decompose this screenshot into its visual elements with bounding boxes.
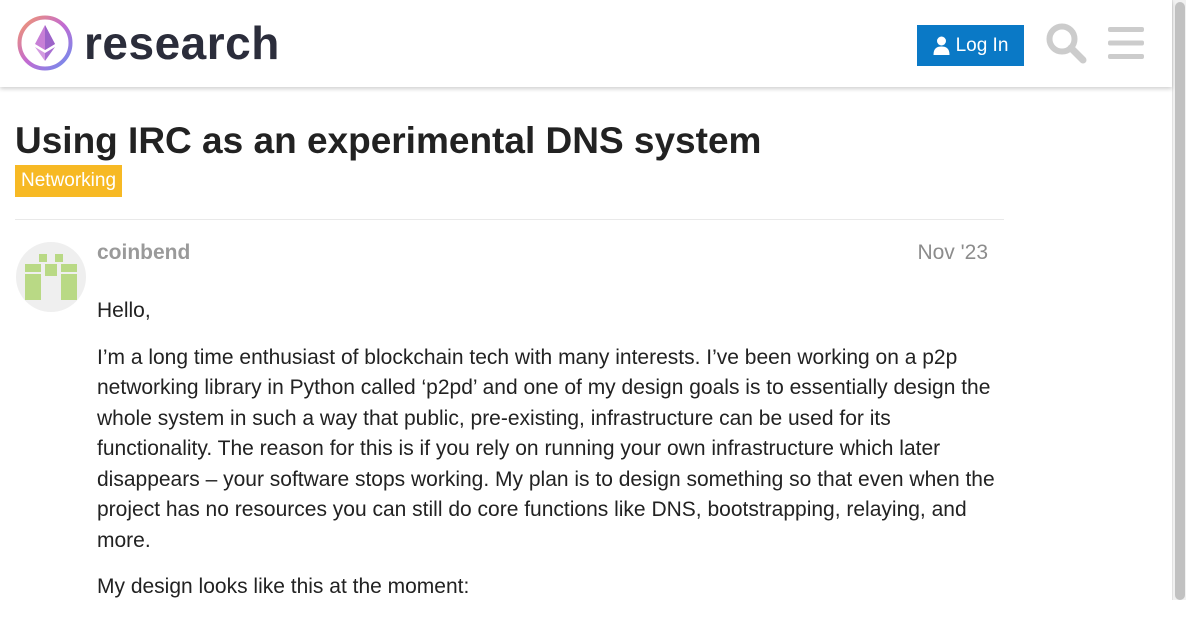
post-author[interactable]: coinbend xyxy=(97,240,190,266)
ethresear-logo-icon[interactable] xyxy=(16,14,74,72)
login-label: Log In xyxy=(955,34,1009,56)
identicon-avatar-icon xyxy=(25,254,77,300)
title-divider xyxy=(15,219,1004,220)
post-paragraph: My design looks like this at the moment: xyxy=(97,575,470,598)
category-badge[interactable]: Networking xyxy=(15,165,123,197)
topic-title[interactable]: Using IRC as an experimental DNS system xyxy=(15,119,761,163)
page-scrollbar[interactable] xyxy=(1172,0,1186,600)
post-date[interactable]: Nov '23 xyxy=(880,240,988,266)
site-header: research Log In xyxy=(0,0,1172,87)
avatar[interactable] xyxy=(16,242,86,312)
scrollbar-thumb[interactable] xyxy=(1175,2,1185,600)
user-icon xyxy=(933,36,950,55)
post-body: Hello, I’m a long time enthusiast of blo… xyxy=(97,296,997,619)
hamburger-menu-icon[interactable] xyxy=(1108,26,1144,60)
post-paragraph: I’m a long time enthusiast of blockchain… xyxy=(97,345,995,552)
login-button[interactable]: Log In xyxy=(917,25,1024,66)
post-paragraph: Hello, xyxy=(97,299,151,322)
site-brand[interactable]: research xyxy=(84,14,280,72)
search-icon[interactable] xyxy=(1045,22,1087,64)
